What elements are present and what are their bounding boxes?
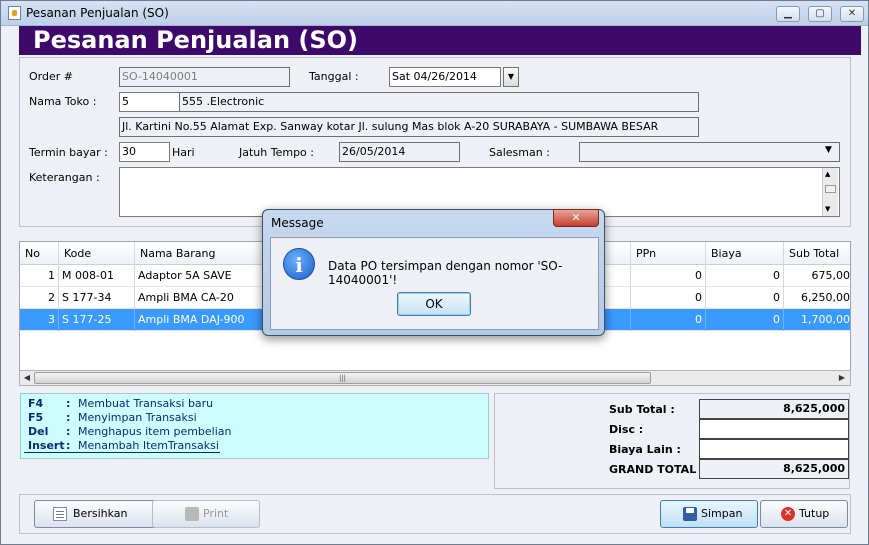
keterangan-label: Keterangan : [29,171,100,184]
jatuh-tempo-label: Jatuh Tempo : [239,146,314,159]
cell-subtotal: 675,00 [784,265,851,287]
bersihkan-label: Bersihkan [73,507,128,520]
cell-ppn: 0 [631,265,706,287]
disc-label: Disc : [609,423,644,436]
disc-input[interactable] [699,419,849,439]
dialog-body: i Data PO tersimpan dengan nomor 'SO-140… [270,237,599,330]
termin-label: Termin bayar : [29,146,108,159]
java-app-icon [8,6,21,20]
termin-input[interactable]: 30 [119,142,170,162]
cell-ppn: 0 [631,287,706,309]
hint-colon: : [66,397,71,410]
nama-toko-label: Nama Toko : [29,95,97,108]
minimize-button[interactable]: ▁ [776,6,800,22]
cell-ppn: 0 [631,309,706,331]
col-no[interactable]: No [20,242,59,265]
hint-desc: Menyimpan Transaksi [78,411,197,424]
dialog-close-button[interactable]: ✕ [553,209,599,227]
scroll-down-icon[interactable]: ▼ [825,205,830,213]
cell-subtotal: 6,250,00 [784,287,850,309]
tutup-label: Tutup [799,507,830,520]
col-subtotal[interactable]: Sub Total [784,242,850,265]
header-form-panel: Order # SO-14040001 Tanggal : Sat 04/26/… [19,57,851,227]
dialog-message: Data PO tersimpan dengan nomor 'SO-14040… [328,259,563,287]
cell-no: 3 [20,309,59,331]
toko-address-field: Jl. Kartini No.55 Alamat Exp. Sanway kot… [119,117,699,137]
jatuh-tempo-field: 26/05/2014 [339,142,460,162]
maximize-button[interactable]: ▢ [808,6,832,22]
close-circle-icon: ✕ [781,507,795,521]
hint-desc: Membuat Transaksi baru [78,397,214,410]
print-label: Print [203,507,229,520]
window-title: Pesanan Penjualan (SO) [26,6,169,20]
hint-colon: : [66,439,71,452]
cell-subtotal: 1,700,00 [784,309,850,331]
hint-colon: : [66,411,71,424]
save-icon [683,507,697,521]
toko-code-input[interactable]: 5 [119,92,180,112]
hint-key: Del [28,425,49,438]
title-bar[interactable]: Pesanan Penjualan (SO) ▁ ▢ ✕ [1,1,868,26]
cell-biaya: 0 [706,309,784,331]
cell-biaya: 0 [706,265,784,287]
tanggal-label: Tanggal : [309,70,359,83]
scroll-right-icon[interactable]: ▶ [836,372,848,384]
order-number-field: SO-14040001 [119,67,290,87]
salesman-select[interactable] [579,142,840,162]
col-kode[interactable]: Kode [59,242,135,265]
date-dropdown-button[interactable]: ▼ [503,67,519,87]
printer-icon [185,507,199,521]
button-bar: Bersihkan Print Simpan ✕ Tutup [19,494,851,534]
tutup-button[interactable]: ✕ Tutup [760,500,848,528]
shortcut-hints-panel: F4 : Membuat Transaksi baru F5 : Menyimp… [20,393,489,459]
totals-panel: Sub Total : 8,625,000 Disc : Biaya Lain … [494,393,850,489]
hint-key: F5 [28,411,44,424]
dialog-title: Message [271,216,324,230]
col-biaya[interactable]: Biaya [706,242,784,265]
toko-name-field: 555 .Electronic [179,92,699,112]
simpan-label: Simpan [701,507,743,520]
order-label: Order # [29,70,73,83]
hint-key: Insert [28,439,65,452]
simpan-button[interactable]: Simpan [660,500,758,528]
ok-button[interactable]: OK [397,292,471,316]
hint-desc: Menambah ItemTransaksi [78,439,219,452]
keterangan-scrollbar[interactable]: ▲ ▼ [822,168,838,216]
hint-desc: Menghapus item pembelian [78,425,232,438]
cell-kode: M 008-01 [59,265,135,287]
hari-label: Hari [172,146,195,159]
hint-colon: : [66,425,71,438]
col-ppn[interactable]: PPn [631,242,706,265]
biaya-lain-input[interactable] [699,439,849,459]
cell-kode: S 177-25 [59,309,135,331]
biaya-lain-label: Biaya Lain : [609,443,681,456]
cell-kode: S 177-34 [59,287,135,309]
hint-key: F4 [28,397,44,410]
tanggal-field[interactable]: Sat 04/26/2014 [389,67,501,87]
grand-total-label: GRAND TOTAL : [609,463,705,476]
grand-total-field: 8,625,000 [699,459,849,479]
page-banner: Pesanan Penjualan (SO) [19,26,861,55]
scroll-up-icon[interactable]: ▲ [825,170,830,178]
scroll-left-icon[interactable]: ◀ [21,372,33,384]
scroll-thumb[interactable]: ||| [34,372,651,384]
sub-total-field: 8,625,000 [699,399,849,419]
salesman-label: Salesman : [489,146,550,159]
cell-biaya: 0 [706,287,784,309]
hint-underline [24,452,220,453]
document-icon [53,507,67,521]
close-button[interactable]: ✕ [840,6,864,22]
print-button[interactable]: Print [152,500,260,528]
sub-total-label: Sub Total : [609,403,675,416]
table-horizontal-scrollbar[interactable]: ◀ ||| ▶ [19,370,851,386]
info-icon: i [283,248,315,280]
cell-no: 1 [20,265,59,287]
scroll-thumb[interactable] [825,185,836,193]
chevron-down-icon[interactable]: ▼ [825,145,832,155]
message-dialog: Message ✕ i Data PO tersimpan dengan nom… [262,209,605,336]
cell-no: 2 [20,287,59,309]
